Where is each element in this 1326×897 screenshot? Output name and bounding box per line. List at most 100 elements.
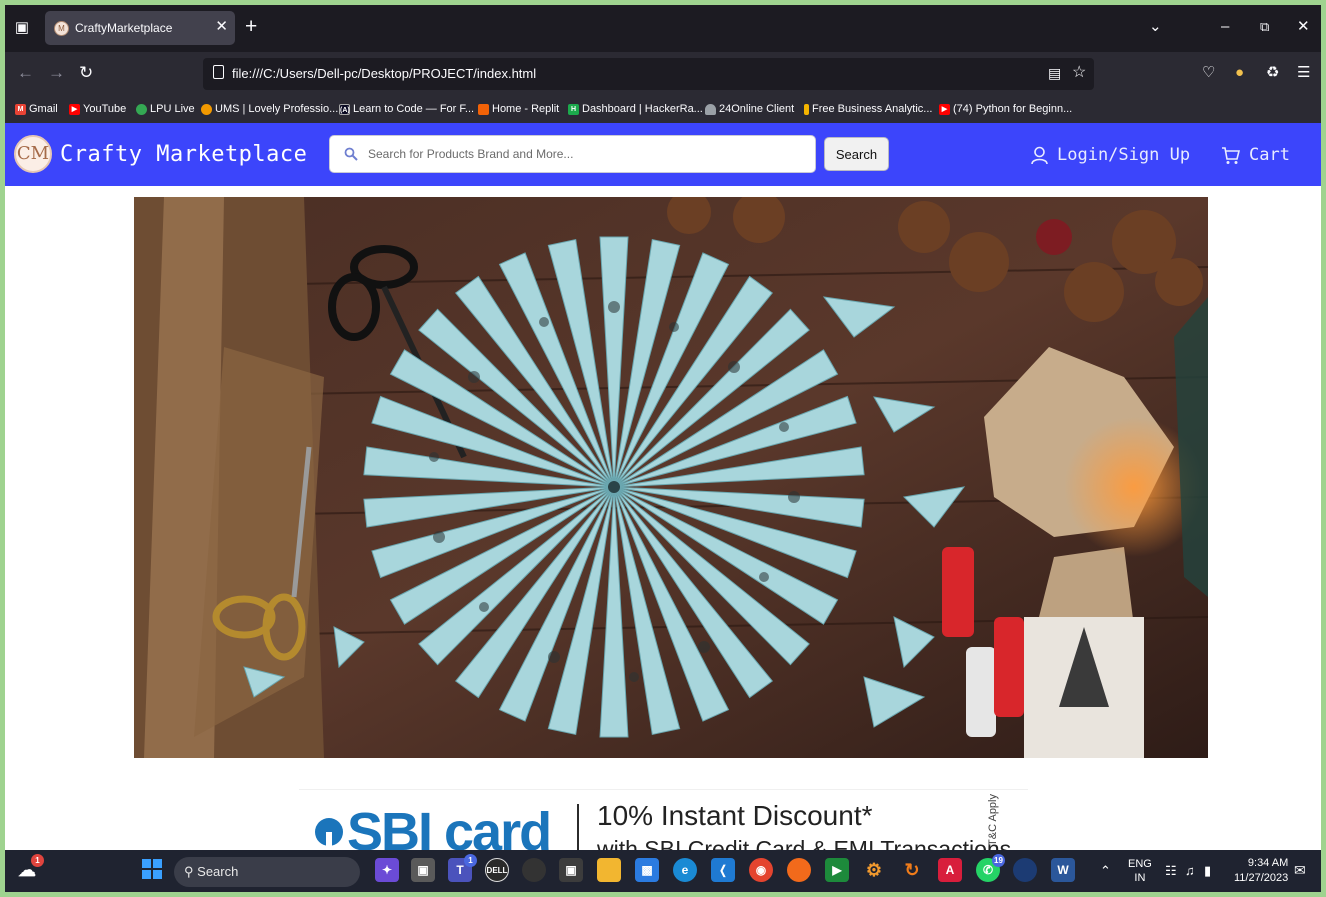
analytics-icon (804, 104, 809, 115)
tab-favicon-icon: M (54, 21, 69, 36)
bookmark-label: YouTube (83, 103, 127, 115)
taskbar-search-label: Search (197, 864, 239, 879)
bookmark-freecodecamp[interactable]: (A) Learn to Code — For F... (339, 101, 474, 118)
task-view-icon[interactable]: ▣ (411, 858, 435, 882)
bookmark-24online[interactable]: 24Online Client (705, 101, 794, 118)
word-icon[interactable]: W (1051, 858, 1075, 882)
terminal-icon[interactable]: ▣ (559, 858, 583, 882)
clock-date: 11/27/2023 (1234, 872, 1289, 884)
bookmark-label: Free Business Analytic... (812, 103, 933, 115)
search-input[interactable] (368, 144, 808, 164)
whatsapp-badge: 19 (992, 854, 1005, 867)
url-text[interactable]: file:///C:/Users/Dell-pc/Desktop/PROJECT… (232, 66, 536, 81)
bookmark-star-icon[interactable]: ☆ (1072, 63, 1086, 83)
extension-icon[interactable]: ● (1235, 63, 1244, 83)
battery-icon[interactable]: ▮ (1204, 863, 1211, 879)
wifi-icon[interactable]: ☷ (1165, 863, 1177, 879)
search-box (329, 135, 816, 173)
taskbar-search[interactable]: ⚲ Search (174, 857, 360, 887)
reload-icon[interactable]: ↻ (79, 63, 93, 83)
bookmark-label: LPU Live (150, 103, 195, 115)
browser-window: ▣ M CraftyMarketplace ✕ + ⌄ – ⧉ ✕ ← → ↻ … (5, 5, 1321, 892)
freecodecamp-icon: (A) (339, 104, 350, 115)
volume-icon[interactable]: ♫ (1185, 863, 1195, 878)
pocket-icon[interactable]: ♡ (1202, 63, 1215, 83)
bookmark-hackerrank[interactable]: H Dashboard | HackerRa... (568, 101, 703, 118)
store-icon[interactable]: ▩ (635, 858, 659, 882)
tab-close-icon[interactable]: ✕ (215, 18, 228, 36)
cart-label: Cart (1249, 145, 1290, 165)
back-arrow-icon[interactable]: ← (17, 63, 34, 83)
replit-icon (478, 104, 489, 115)
bookmark-ums[interactable]: UMS | Lovely Professio... (201, 101, 338, 118)
bookmark-gmail[interactable]: M Gmail (15, 101, 58, 118)
teams-icon[interactable]: T1 (448, 854, 477, 882)
notification-icon[interactable]: ✉ (1294, 862, 1306, 879)
sbi-card-logo: SBI card (315, 802, 552, 850)
window-close-icon[interactable]: ✕ (1297, 17, 1310, 37)
region-label: IN (1134, 872, 1146, 884)
language-label: ENG (1128, 858, 1152, 870)
weather-badge: 1 (31, 854, 44, 867)
extensions-puzzle-icon[interactable]: ♻ (1266, 63, 1279, 83)
search-button[interactable]: Search (824, 137, 889, 171)
new-tab-icon[interactable]: + (245, 16, 257, 38)
bookmark-youtube[interactable]: ▶ YouTube (69, 101, 126, 118)
language-indicator[interactable]: ENG IN (1128, 858, 1152, 884)
cart-link[interactable]: Cart (1221, 145, 1290, 165)
chevron-up-icon[interactable]: ⌃ (1100, 863, 1111, 879)
bookmark-python[interactable]: ▶ (74) Python for Beginn... (939, 101, 1072, 118)
bookmarks-toolbar: M Gmail ▶ YouTube LPU Live UMS | Lovely Pr… (5, 96, 1321, 123)
app-icon[interactable] (522, 858, 546, 882)
hero-image[interactable] (134, 197, 1208, 758)
chevron-down-icon[interactable]: ⌄ (1149, 17, 1162, 37)
youtube-icon: ▶ (69, 104, 80, 115)
user-icon (1031, 146, 1048, 164)
minimize-icon[interactable]: – (1221, 17, 1229, 37)
login-signup-link[interactable]: Login/Sign Up (1031, 145, 1190, 165)
nav-toolbar: ← → ↻ file:///C:/Users/Dell-pc/Desktop/P… (5, 52, 1321, 96)
tab-list-icon[interactable]: ▣ (13, 19, 31, 37)
dell-icon[interactable]: DELL (485, 858, 509, 882)
copilot-icon[interactable]: ✦ (375, 858, 399, 882)
weather-icon[interactable]: ☁ 1 (15, 854, 44, 882)
tab-title: CraftyMarketplace (75, 21, 173, 35)
restore-icon[interactable]: ⧉ (1260, 17, 1269, 37)
url-bar[interactable]: file:///C:/Users/Dell-pc/Desktop/PROJECT… (203, 58, 1094, 90)
chrome-icon[interactable]: ◉ (749, 858, 773, 882)
promo-subtitle: with SBI Credit Card & EMI Transactions (597, 836, 1012, 850)
clock[interactable]: 9:34 AM 11/27/2023 (1234, 857, 1288, 884)
forward-arrow-icon[interactable]: → (48, 63, 65, 83)
sbi-brand-text: SBI card (347, 802, 552, 850)
vscode-icon[interactable]: ❬ (711, 858, 735, 882)
youtube-icon: ▶ (939, 104, 950, 115)
file-explorer-icon[interactable] (597, 858, 621, 882)
acrobat-icon[interactable]: A (938, 858, 962, 882)
brand-logo[interactable]: CM (14, 135, 52, 173)
bookmark-replit[interactable]: Home - Replit (478, 101, 559, 118)
page-content: SBI card 10% Instant Discount* with SBI … (5, 186, 1321, 850)
bookmark-analytics[interactable]: Free Business Analytic... (804, 101, 932, 118)
teams-badge: 1 (464, 854, 477, 867)
jupyter-icon[interactable]: ↻ (900, 858, 924, 882)
bookmark-label: Home - Replit (492, 103, 560, 115)
media-player-icon[interactable]: ▶ (825, 858, 849, 882)
brand-name[interactable]: Crafty Marketplace (60, 142, 307, 167)
promo-terms: T&C Apply (987, 794, 999, 846)
steam-icon[interactable] (1013, 858, 1037, 882)
menu-icon[interactable]: ☰ (1297, 63, 1310, 83)
bookmark-label: 24Online Client (719, 103, 795, 115)
bookmark-label: UMS | Lovely Professio... (215, 103, 339, 115)
tab-strip: ▣ M CraftyMarketplace ✕ + ⌄ – ⧉ ✕ (5, 5, 1321, 52)
bookmark-lpu-live[interactable]: LPU Live (136, 101, 195, 118)
tab-active[interactable]: M CraftyMarketplace ✕ (45, 11, 235, 45)
whatsapp-icon[interactable]: ✆ 19 (976, 854, 1005, 882)
settings-icon[interactable]: ⚙ (862, 858, 886, 882)
start-icon[interactable] (140, 858, 164, 882)
reader-view-icon[interactable]: ▤ (1048, 63, 1061, 83)
edge-icon[interactable]: e (673, 858, 697, 882)
promo-banner[interactable]: SBI card 10% Instant Discount* with SBI … (299, 789, 1028, 850)
firefox-icon[interactable] (787, 858, 811, 882)
hackerrank-icon: H (568, 104, 579, 115)
gmail-icon: M (15, 104, 26, 115)
